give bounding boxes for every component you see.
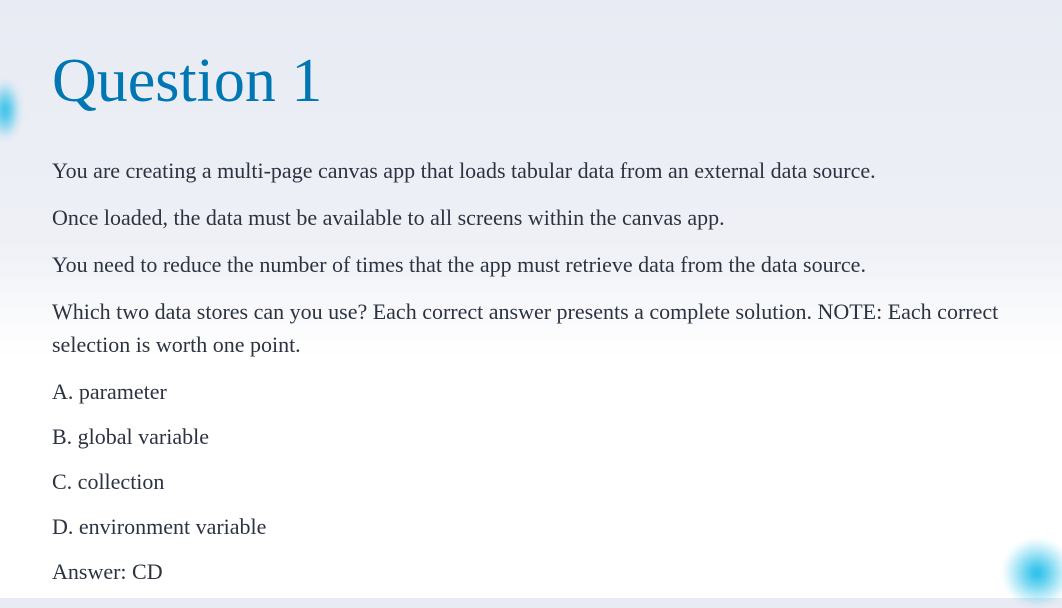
- accent-decoration-left: [0, 80, 20, 140]
- answer-text: Answer: CD: [52, 555, 1010, 588]
- option-b: B. global variable: [52, 420, 1010, 453]
- question-paragraph-4: Which two data stores can you use? Each …: [52, 295, 1010, 361]
- question-paragraph-2: Once loaded, the data must be available …: [52, 201, 1010, 234]
- question-paragraph-1: You are creating a multi-page canvas app…: [52, 154, 1010, 187]
- question-title: Question 1: [52, 50, 1010, 112]
- option-a: A. parameter: [52, 375, 1010, 408]
- option-d: D. environment variable: [52, 510, 1010, 543]
- question-paragraph-3: You need to reduce the number of times t…: [52, 248, 1010, 281]
- option-c: C. collection: [52, 465, 1010, 498]
